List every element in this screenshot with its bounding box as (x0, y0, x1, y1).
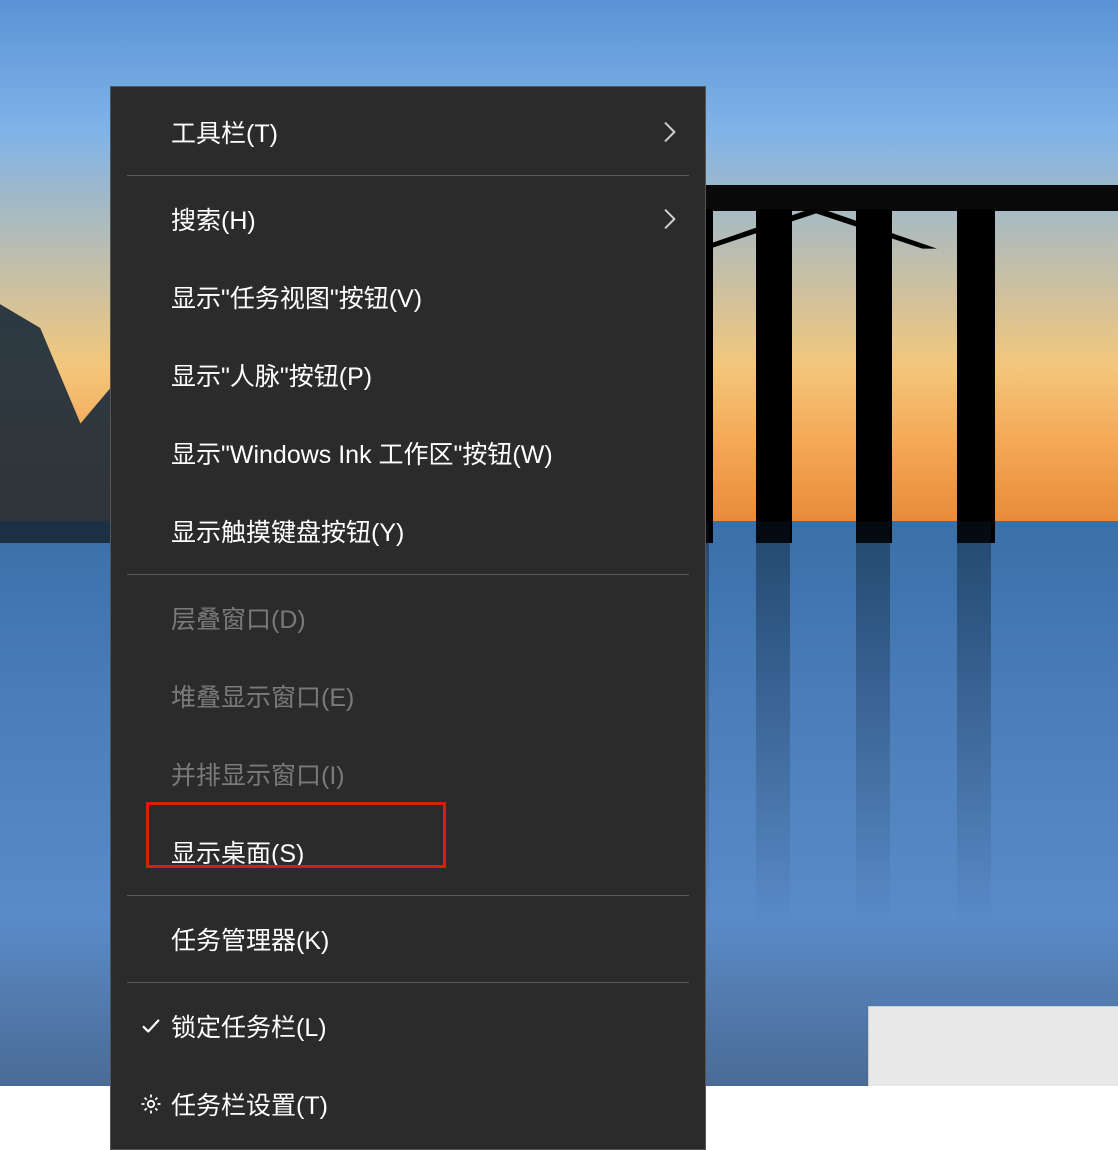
menu-item-lock-taskbar[interactable]: 锁定任务栏(L) (111, 987, 705, 1065)
menu-item-show-task-view[interactable]: 显示"任务视图"按钮(V) (111, 258, 705, 336)
menu-item-label: 锁定任务栏(L) (171, 1008, 653, 1044)
taskbar-context-menu: 工具栏(T) 搜索(H) 显示"任务视图"按钮(V) 显示"人脉"按钮(P) 显示"Wi… (110, 86, 706, 1150)
menu-separator (127, 895, 689, 896)
menu-item-label: 堆叠显示窗口(E) (171, 678, 653, 714)
menu-item-show-people[interactable]: 显示"人脉"按钮(P) (111, 336, 705, 414)
menu-item-show-touch-keyboard[interactable]: 显示触摸键盘按钮(Y) (111, 492, 705, 570)
check-icon (131, 1015, 171, 1037)
menu-item-cascade: 层叠窗口(D) (111, 579, 705, 657)
submenu-chevron-icon (653, 121, 677, 143)
menu-item-taskbar-settings[interactable]: 任务栏设置(T) (111, 1065, 705, 1143)
menu-item-toolbars[interactable]: 工具栏(T) (111, 93, 705, 171)
menu-item-search[interactable]: 搜索(H) (111, 180, 705, 258)
menu-item-label: 搜索(H) (171, 201, 653, 237)
menu-item-label: 层叠窗口(D) (171, 600, 653, 636)
menu-item-label: 任务栏设置(T) (171, 1086, 653, 1122)
submenu-chevron-icon (653, 208, 677, 230)
menu-item-label: 显示"人脉"按钮(P) (171, 357, 653, 393)
menu-separator (127, 982, 689, 983)
menu-item-label: 显示触摸键盘按钮(Y) (171, 513, 653, 549)
menu-item-label: 显示桌面(S) (171, 834, 653, 870)
notification-area-placeholder (868, 1006, 1118, 1086)
menu-item-label: 任务管理器(K) (171, 921, 653, 957)
menu-item-label: 显示"Windows Ink 工作区"按钮(W) (171, 435, 653, 471)
menu-item-show-ink[interactable]: 显示"Windows Ink 工作区"按钮(W) (111, 414, 705, 492)
menu-item-show-desktop[interactable]: 显示桌面(S) (111, 813, 705, 891)
menu-item-label: 工具栏(T) (171, 114, 653, 150)
gear-icon (131, 1092, 171, 1116)
menu-item-label: 并排显示窗口(I) (171, 756, 653, 792)
menu-item-stacked: 堆叠显示窗口(E) (111, 657, 705, 735)
menu-item-sidebyside: 并排显示窗口(I) (111, 735, 705, 813)
menu-separator (127, 574, 689, 575)
menu-item-task-manager[interactable]: 任务管理器(K) (111, 900, 705, 978)
menu-separator (127, 175, 689, 176)
menu-item-label: 显示"任务视图"按钮(V) (171, 279, 653, 315)
